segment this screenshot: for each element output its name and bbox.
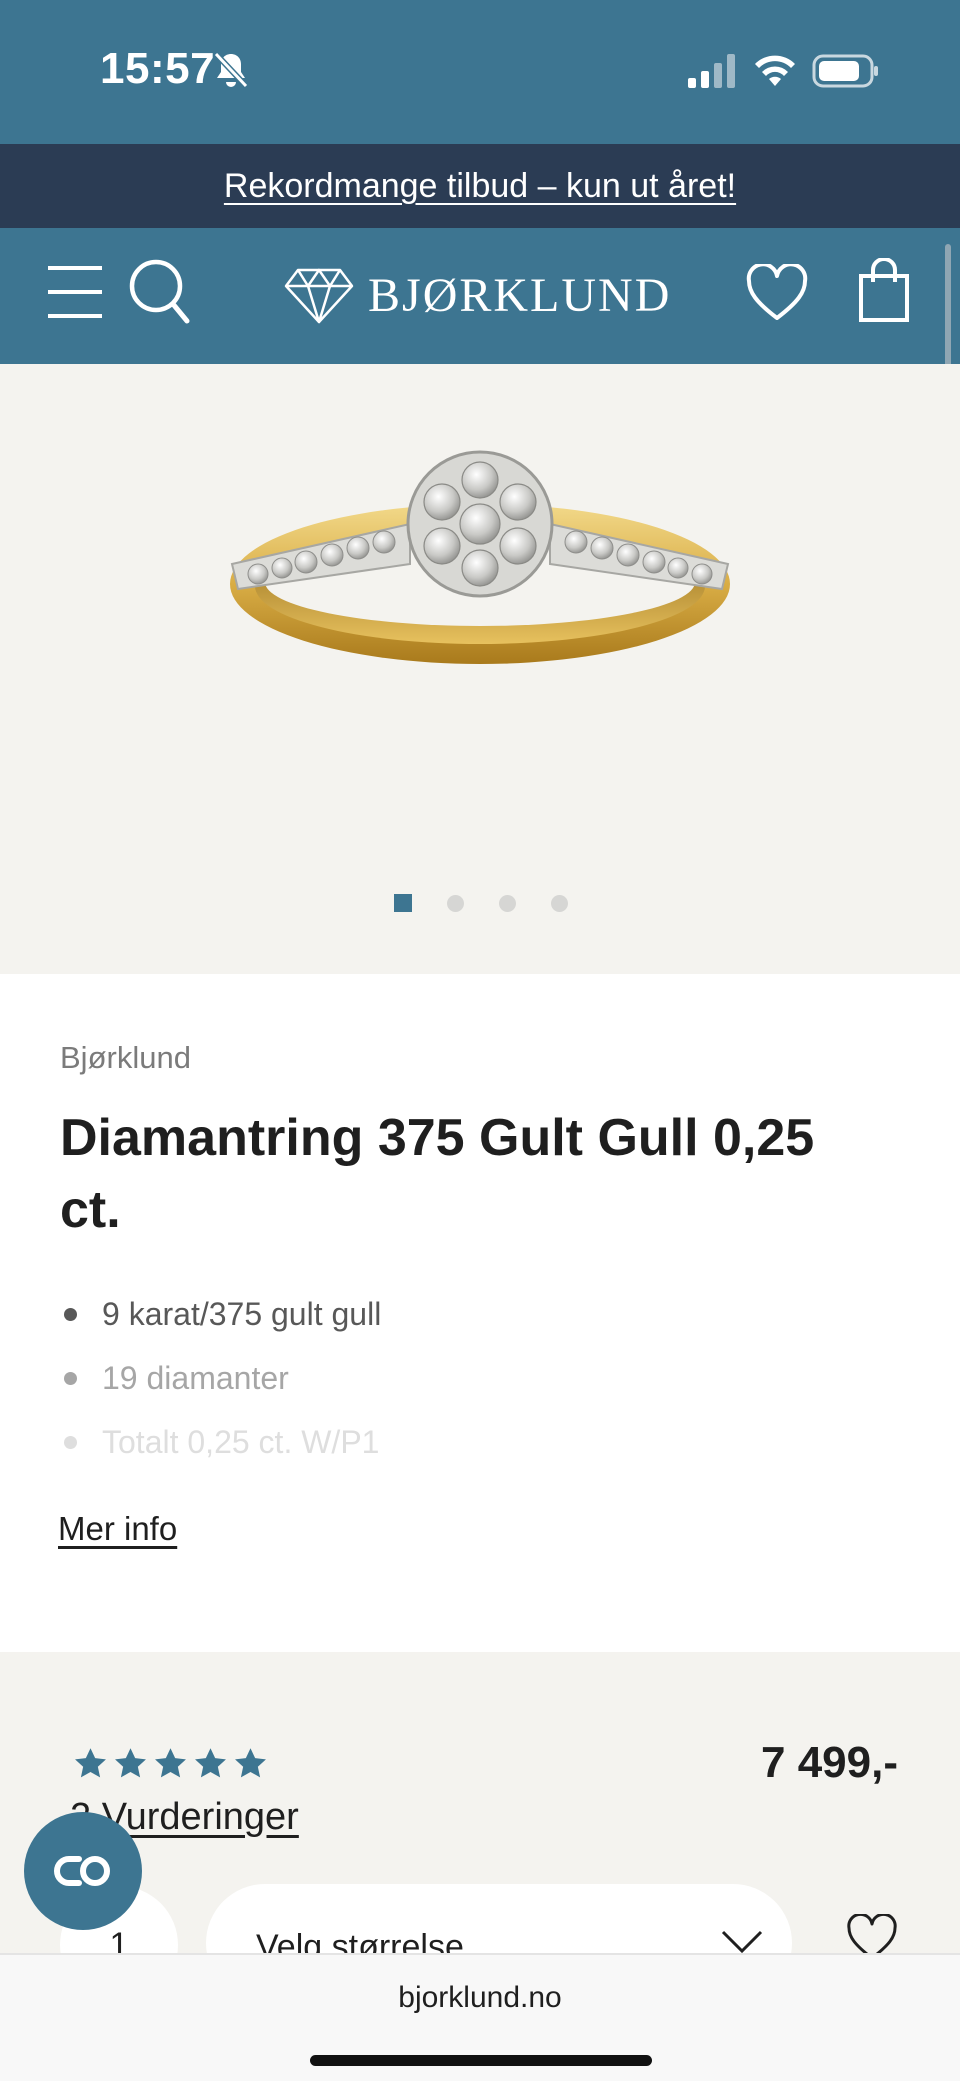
gallery-dot-active[interactable]: [394, 894, 412, 912]
product-price: 7 499,-: [761, 1738, 898, 1787]
bag-icon[interactable]: [858, 258, 910, 322]
product-gallery[interactable]: [0, 364, 960, 974]
diamond-logo-icon: [284, 268, 354, 324]
logo-text: BJØRKLUND: [368, 268, 672, 322]
logo[interactable]: BJØRKLUND: [284, 264, 671, 326]
product-title: Diamantring 375 Gult Gull 0,25 ct.: [60, 1109, 815, 1239]
status-bar: 15:57: [0, 0, 960, 144]
feature-item: Totalt 0,25 ct. W/P1: [60, 1422, 381, 1486]
feature-item: 9 karat/375 gult gull: [60, 1294, 381, 1358]
star-icon: [115, 1748, 146, 1778]
star-icon: [235, 1748, 266, 1778]
star-icon: [75, 1748, 106, 1778]
star-icon: [195, 1748, 226, 1778]
gallery-dot[interactable]: [447, 894, 464, 912]
feature-list: 9 karat/375 gult gull 19 diamanter Total…: [60, 1294, 381, 1486]
menu-icon[interactable]: [46, 264, 104, 320]
promo-link[interactable]: Rekordmange tilbud – kun ut året!: [224, 167, 736, 206]
signal-icon: [688, 54, 735, 88]
search-icon[interactable]: [128, 258, 190, 324]
gallery-pagination: [394, 894, 568, 912]
heart-icon[interactable]: [746, 264, 808, 322]
more-info-link[interactable]: Mer info: [58, 1510, 177, 1548]
product-info: Bjørklund Diamantring 375 Gult Gull 0,25…: [0, 974, 960, 1652]
star-icon: [155, 1748, 186, 1778]
promo-banner: Rekordmange tilbud – kun ut året!: [0, 144, 960, 228]
status-time: 15:57: [100, 44, 216, 93]
browser-bar: bjorklund.no: [0, 1953, 960, 2081]
rating-stars: [72, 1746, 269, 1782]
chat-icon: [54, 1856, 110, 1886]
brand-name[interactable]: Bjørklund: [60, 1040, 191, 1076]
home-indicator[interactable]: [310, 2055, 652, 2066]
diamond-ring-image: [230, 450, 730, 664]
chevron-down-icon: [721, 1930, 763, 1954]
gallery-dot[interactable]: [551, 894, 568, 912]
gallery-dot[interactable]: [499, 894, 516, 912]
bell-slash-icon: [213, 51, 249, 89]
feature-item: 19 diamanter: [60, 1358, 381, 1422]
wifi-icon: [755, 55, 795, 86]
battery-icon: [812, 54, 878, 88]
url-bar[interactable]: bjorklund.no: [0, 1981, 960, 2015]
chat-button[interactable]: [24, 1812, 142, 1930]
